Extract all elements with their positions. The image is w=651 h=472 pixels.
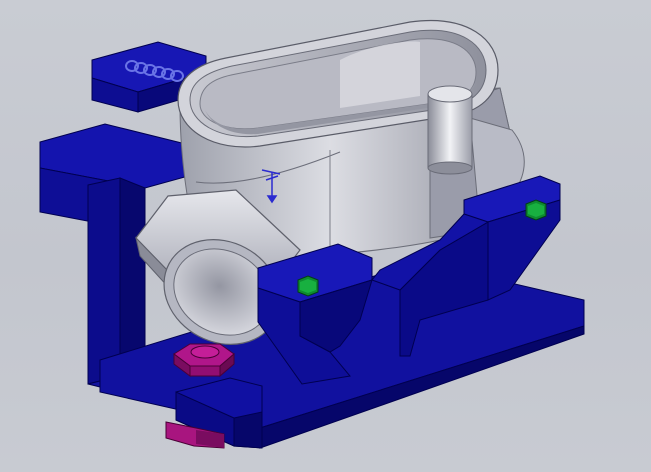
bolt-right-icon[interactable]: [525, 199, 547, 221]
cylindrical-boss[interactable]: [427, 85, 473, 175]
nut-magenta-icon[interactable]: [173, 343, 235, 378]
cad-model-render[interactable]: [0, 0, 651, 472]
bolt-left-icon[interactable]: [297, 275, 319, 297]
cad-viewport[interactable]: [0, 0, 651, 472]
